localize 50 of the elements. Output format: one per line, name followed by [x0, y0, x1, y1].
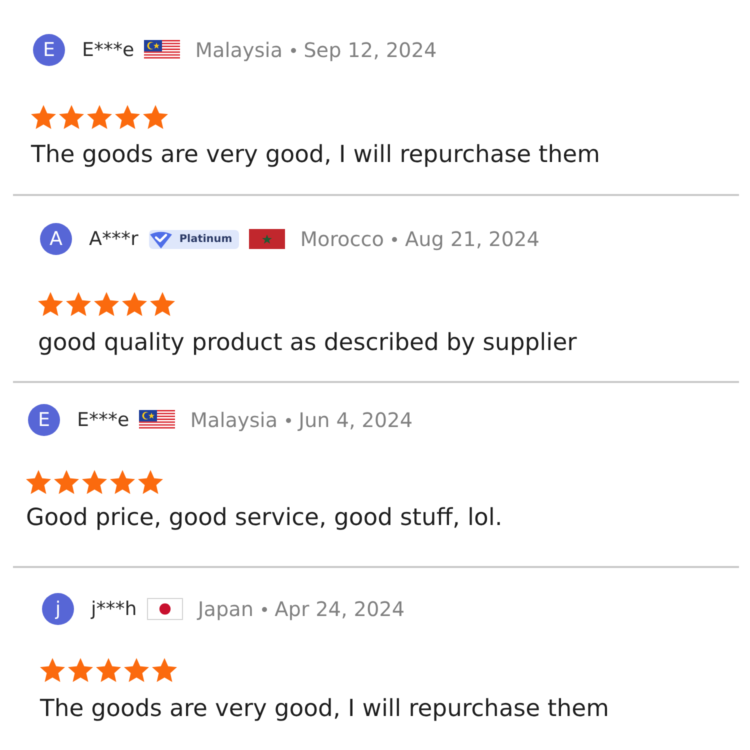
- star-icon: [94, 292, 119, 316]
- reviewer-name: E***e: [82, 39, 134, 61]
- star-icon: [122, 292, 147, 316]
- star-icon: [82, 470, 107, 494]
- star-icon: [138, 470, 163, 494]
- star-icon: [59, 105, 84, 129]
- malaysia-flag-icon: [144, 40, 180, 60]
- review-text: The goods are very good, I will repurchase them: [31, 139, 601, 169]
- star-icon: [38, 292, 63, 316]
- star-icon: [115, 105, 140, 129]
- badge-label: Platinum: [179, 233, 232, 245]
- star-icon: [66, 292, 91, 316]
- separator-dot-icon: [286, 418, 291, 422]
- malaysia-flag-icon: [139, 410, 176, 430]
- japan-flag-icon: [146, 598, 183, 620]
- avatar: A: [40, 223, 72, 255]
- separator-dot-icon: [262, 606, 267, 612]
- separator-dot-icon: [290, 48, 296, 52]
- review-date: Jun 4, 2024: [298, 408, 413, 432]
- country-text: Morocco: [300, 227, 384, 251]
- star-icon: [87, 105, 112, 129]
- country-text: Malaysia: [195, 38, 283, 62]
- review-text: good quality product as described by supplier: [38, 327, 578, 357]
- country-text: Japan: [198, 597, 254, 621]
- reviewer-name: A***r: [89, 228, 138, 250]
- star-icon: [150, 292, 175, 316]
- star-icon: [68, 658, 93, 682]
- review-text: The goods are very good, I will repurchase them: [40, 693, 610, 723]
- review-date: Sep 12, 2024: [304, 38, 437, 62]
- review-text: Good price, good service, good stuff, lol.: [26, 502, 504, 532]
- review-date: Aug 21, 2024: [404, 227, 540, 251]
- star-icon: [54, 470, 79, 494]
- star-icon: [31, 105, 56, 129]
- reviewer-name: j***h: [91, 598, 137, 620]
- star-icon: [40, 658, 65, 682]
- star-icon: [110, 470, 135, 494]
- separator-dot-icon: [392, 236, 397, 242]
- reviewer-name: E***e: [77, 409, 130, 431]
- star-icon: [26, 470, 51, 494]
- star-icon: [152, 658, 177, 682]
- star-icon: [143, 105, 168, 129]
- morocco-flag-icon: [249, 229, 286, 249]
- avatar: E: [28, 404, 60, 436]
- country-text: Malaysia: [190, 408, 278, 432]
- shield-check-icon: [149, 230, 174, 248]
- star-icon: [124, 658, 149, 682]
- avatar: j: [42, 593, 74, 625]
- avatar: E: [33, 34, 65, 66]
- star-icon: [96, 658, 121, 682]
- review-date: Apr 24, 2024: [274, 597, 405, 621]
